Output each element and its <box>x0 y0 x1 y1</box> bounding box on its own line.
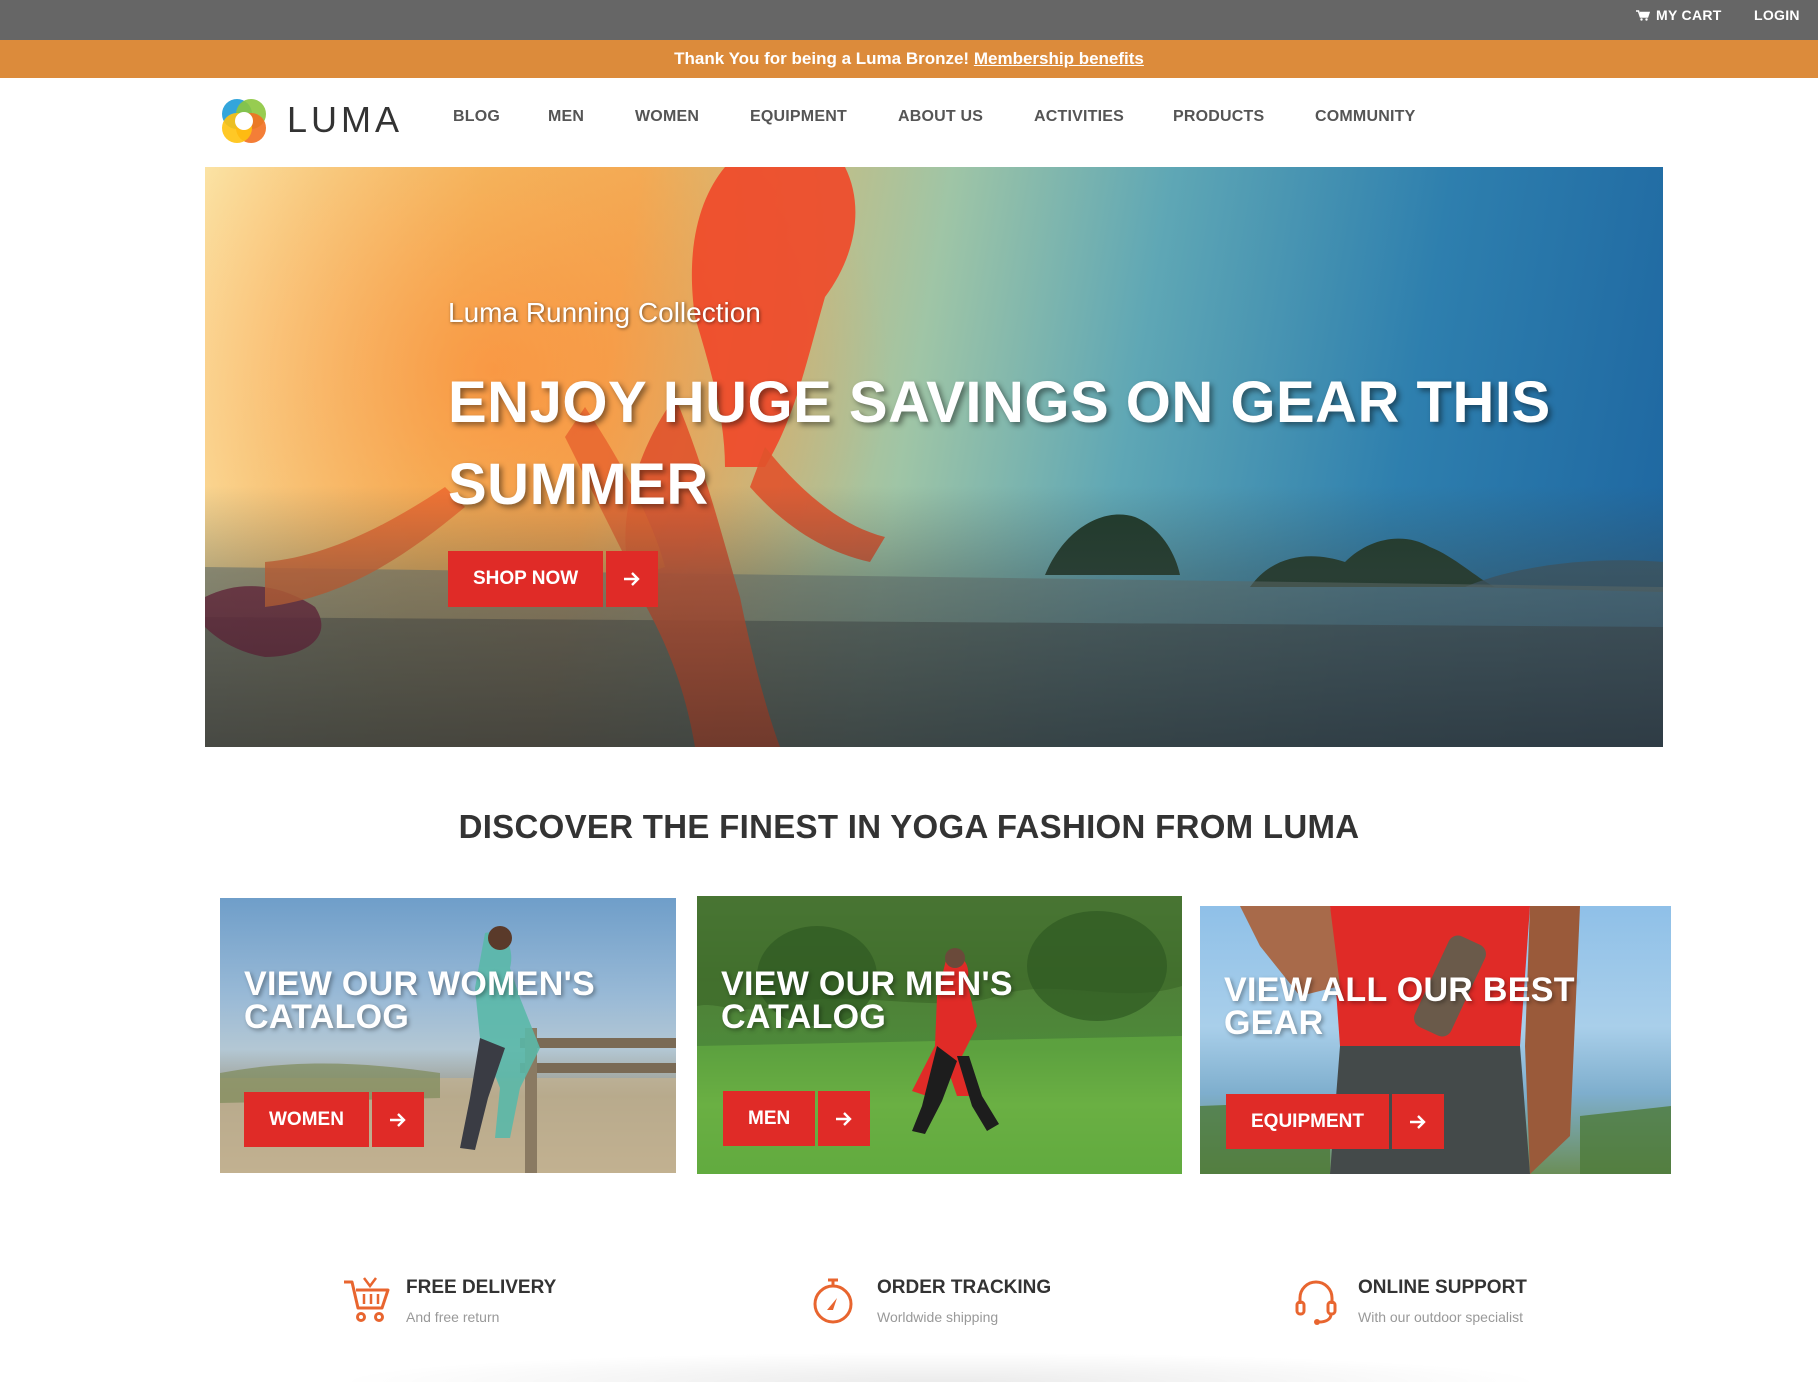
feature-title: ONLINE SUPPORT <box>1358 1277 1527 1298</box>
headset-icon <box>1295 1280 1337 1325</box>
luma-logo-icon <box>222 99 266 143</box>
section-divider-shadow <box>330 1352 1550 1382</box>
discover-heading: DISCOVER THE FINEST IN YOGA FASHION FROM… <box>458 808 1360 845</box>
cart-icon <box>1636 10 1650 21</box>
luma-logo[interactable]: LUMA <box>215 92 399 150</box>
women-button[interactable]: WOMEN <box>244 1092 424 1147</box>
nav-item-products[interactable]: PRODUCTS <box>1173 108 1264 126</box>
shop-now-button[interactable]: SHOP NOW <box>448 551 659 607</box>
women-tile-title: VIEW OUR WOMEN'S CATALOG <box>244 965 595 1036</box>
hero-banner[interactable]: Luma Running Collection ENJOY HUGE SAVIN… <box>205 167 1663 747</box>
women-catalog-tile[interactable]: VIEW OUR WOMEN'S CATALOG WOMEN <box>220 898 676 1173</box>
arrow-right-icon <box>1391 1094 1444 1149</box>
shop-now-label: SHOP NOW <box>448 551 604 607</box>
stopwatch-icon <box>813 1278 853 1324</box>
nav-item-activities[interactable]: ACTIVITIES <box>1034 108 1124 126</box>
gear-catalog-tile[interactable]: VIEW ALL OUR BEST GEAR EQUIPMENT <box>1200 906 1671 1174</box>
hero-title: ENJOY HUGE SAVINGS ON GEAR THIS SUMMER <box>448 370 1551 517</box>
equipment-button-label: EQUIPMENT <box>1226 1094 1389 1149</box>
promo-bar: Thank You for being a Luma Bronze! Membe… <box>0 40 1818 78</box>
nav-item-men[interactable]: MEN <box>548 108 584 126</box>
feature-subtitle: With our outdoor specialist <box>1358 1309 1523 1325</box>
feature-title: ORDER TRACKING <box>877 1277 1052 1298</box>
men-button-label: MEN <box>723 1091 816 1146</box>
nav-item-equipment[interactable]: EQUIPMENT <box>750 108 847 126</box>
men-catalog-tile[interactable]: VIEW OUR MEN'S CATALOG MEN <box>697 896 1182 1174</box>
nav-item-blog[interactable]: BLOG <box>453 108 500 126</box>
hero-subtitle: Luma Running Collection <box>448 297 761 328</box>
men-tile-title: VIEW OUR MEN'S CATALOG <box>721 965 1013 1036</box>
feature-title: FREE DELIVERY <box>406 1277 557 1298</box>
arrow-right-icon <box>371 1092 424 1147</box>
feature-subtitle: And free return <box>406 1309 500 1325</box>
login-link[interactable]: LOGIN <box>1754 0 1800 30</box>
feature-subtitle: Worldwide shipping <box>877 1309 999 1325</box>
arrow-right-icon <box>818 1091 871 1146</box>
membership-benefits-link[interactable]: Membership benefits <box>974 49 1144 68</box>
promo-message: Thank You for being a Luma Bronze! <box>674 49 970 68</box>
utility-bar: MY CART LOGIN <box>0 0 1818 40</box>
women-button-label: WOMEN <box>244 1092 369 1147</box>
gear-tile-title: VIEW ALL OUR BEST GEAR <box>1224 971 1575 1042</box>
nav-item-community[interactable]: COMMUNITY <box>1315 108 1415 126</box>
men-button[interactable]: MEN <box>723 1091 871 1146</box>
my-cart-label: MY CART <box>1656 7 1722 23</box>
nav-item-about-us[interactable]: ABOUT US <box>898 108 983 126</box>
arrow-right-icon <box>606 551 659 607</box>
nav-item-women[interactable]: WOMEN <box>635 108 699 126</box>
luma-logo-text: LUMA <box>287 99 404 140</box>
my-cart-link[interactable]: MY CART <box>1636 0 1722 30</box>
equipment-button[interactable]: EQUIPMENT <box>1226 1094 1444 1149</box>
cart-icon <box>344 1277 390 1322</box>
